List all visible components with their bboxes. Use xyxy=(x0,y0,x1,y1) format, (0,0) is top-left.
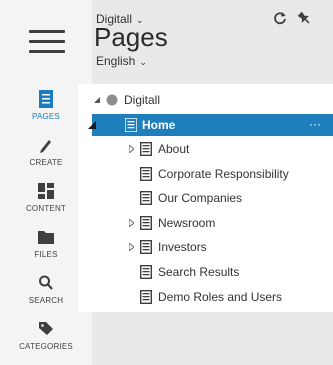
tree-row-label: Home xyxy=(142,118,176,132)
page-icon xyxy=(140,191,152,206)
language-selector[interactable]: English ⌄ xyxy=(96,54,147,68)
refresh-icon[interactable] xyxy=(273,11,287,25)
tag-icon xyxy=(39,322,53,335)
tree-row[interactable]: Search Results xyxy=(126,261,326,283)
rail-item-categories[interactable]: CATEGORIES xyxy=(0,320,92,362)
row-menu-icon[interactable]: ··· xyxy=(309,114,321,134)
tree-row[interactable]: Corporate Responsibility xyxy=(126,163,326,185)
tree-row[interactable]: Newsroom xyxy=(126,212,326,234)
rail-label-categories: CATEGORIES xyxy=(19,342,73,351)
expand-arrow-icon[interactable] xyxy=(129,218,134,227)
pin-icon[interactable] xyxy=(297,11,311,25)
tree-row-label: About xyxy=(158,142,190,156)
page-icon xyxy=(140,215,152,230)
chevron-down-icon: ⌄ xyxy=(139,57,147,67)
tree-row-selected[interactable]: Home ··· xyxy=(88,114,333,136)
tree-root-label: Digitall xyxy=(124,93,161,107)
tree-row-label: Newsroom xyxy=(158,215,216,230)
tree-row-label: Search Results xyxy=(158,265,240,279)
tree-row[interactable]: Demo Roles and Users xyxy=(126,286,326,308)
tree-row[interactable]: About xyxy=(126,138,326,160)
pages-icon xyxy=(39,90,53,108)
tree-row[interactable]: Our Companies xyxy=(126,187,326,209)
content-grid-icon xyxy=(38,183,54,199)
page-icon xyxy=(140,289,152,304)
expand-arrow-icon[interactable] xyxy=(129,243,134,252)
pencil-icon xyxy=(40,140,51,153)
folder-icon xyxy=(38,231,54,244)
tree-row[interactable]: Investors xyxy=(126,236,326,258)
page-icon xyxy=(125,118,137,132)
collapse-arrow-icon[interactable] xyxy=(94,97,100,103)
tree-root-row[interactable]: Digitall xyxy=(94,89,214,111)
tree-row-label: Our Companies xyxy=(158,191,243,206)
collapse-arrow-icon[interactable] xyxy=(88,121,96,129)
tree-row-label: Demo Roles and Users xyxy=(158,289,283,304)
tree-row-label: Investors xyxy=(158,240,207,255)
expand-arrow-icon[interactable] xyxy=(129,145,134,153)
hamburger-menu-icon[interactable] xyxy=(29,30,65,54)
language-selector-label: English xyxy=(96,54,136,68)
site-globe-icon xyxy=(106,94,118,106)
page-icon xyxy=(140,265,152,279)
search-icon xyxy=(39,275,53,290)
page-icon xyxy=(140,240,152,255)
tree-row-label: Corporate Responsibility xyxy=(158,166,289,181)
page-icon xyxy=(140,166,152,181)
page-icon xyxy=(140,142,152,156)
page-title: Pages xyxy=(94,22,168,52)
